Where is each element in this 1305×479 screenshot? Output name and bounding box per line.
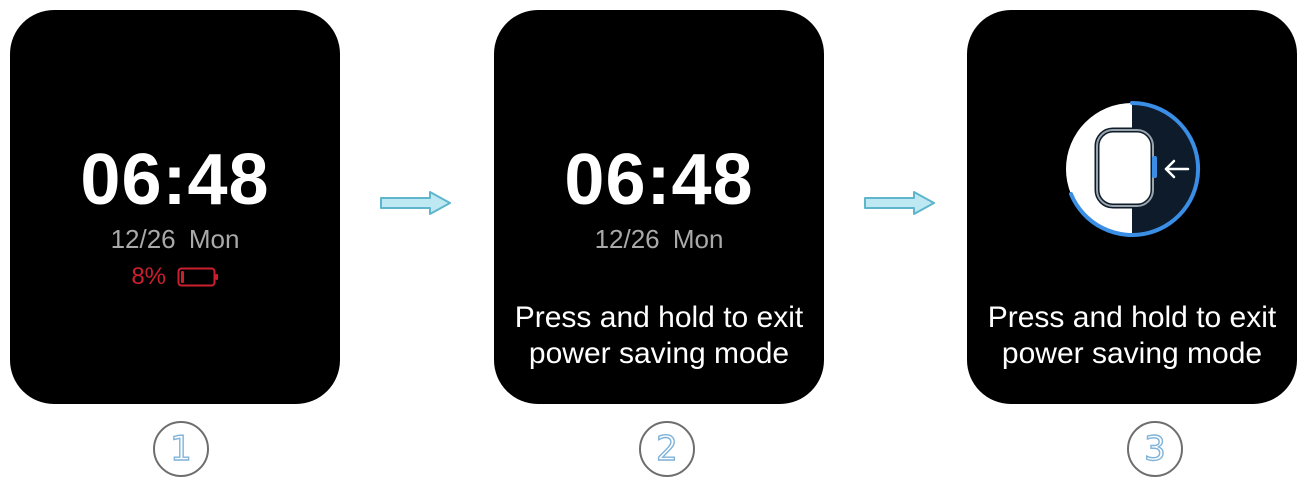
battery-status: 8% xyxy=(10,262,340,291)
watch-screen-2: 06:48 12/26 Mon Press and hold to exit p… xyxy=(494,10,824,404)
right-arrow-icon xyxy=(864,191,935,215)
step-marker-1: 1 xyxy=(152,420,210,478)
battery-percentage: 8% xyxy=(131,262,166,290)
clock-date: 12/26 Mon xyxy=(594,224,724,254)
step-marker-2: 2 xyxy=(638,420,696,478)
watch-exit-icon xyxy=(1066,101,1201,237)
exit-hint-line-2: power saving mode xyxy=(1001,337,1263,370)
step-number: 2 xyxy=(655,428,678,469)
watch-screen-3: Press and hold to exit power saving mode xyxy=(967,10,1297,404)
clock-date: 12/26 Mon xyxy=(110,224,240,254)
step-marker-3: 3 xyxy=(1126,420,1184,478)
right-arrow-icon xyxy=(380,191,451,215)
exit-hint-line-1: Press and hold to exit xyxy=(514,301,804,334)
clock-time: 06:48 xyxy=(564,140,754,220)
exit-hint: Press and hold to exit power saving mode xyxy=(967,300,1297,372)
watch-screen-1: 06:48 12/26 Mon 8% xyxy=(10,10,340,404)
step-number: 1 xyxy=(169,428,192,469)
exit-hint-line-1: Press and hold to exit xyxy=(987,301,1277,334)
exit-hint: Press and hold to exit power saving mode xyxy=(494,300,824,372)
battery-low-icon xyxy=(177,267,218,287)
step-number: 3 xyxy=(1143,428,1166,469)
exit-hint-line-2: power saving mode xyxy=(528,337,790,370)
clock-time: 06:48 xyxy=(80,140,270,220)
